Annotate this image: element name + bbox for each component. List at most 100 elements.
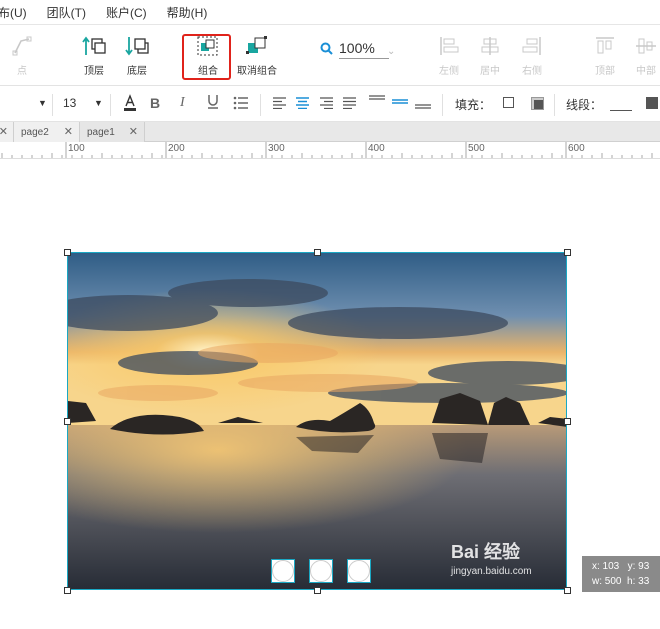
watermark-logo: Bai 经验	[451, 542, 521, 562]
underline-icon[interactable]	[207, 94, 219, 113]
list-icon[interactable]	[233, 96, 249, 113]
zoom-control[interactable]: 100% ⌄	[320, 40, 395, 59]
close-icon[interactable]: ✕	[129, 125, 138, 138]
align-top-button[interactable]: 顶部	[593, 33, 617, 77]
divider	[442, 94, 443, 116]
send-to-back-icon	[125, 33, 149, 59]
horizontal-ruler: 100 200 300 400 500 600	[0, 142, 660, 159]
ruler-label: 100	[68, 143, 85, 154]
chevron-down-icon[interactable]: ⌄	[387, 46, 395, 57]
format-toolbar: ▼ 13 ▼ B I 填充： 线段：	[0, 87, 660, 122]
baidu-watermark: Bai 经验 jingyan.baidu.com	[451, 538, 532, 577]
ruler-label: 200	[168, 143, 185, 154]
ruler-label: 300	[268, 143, 285, 154]
page-tabs: ✕ page2 ✕ page1 ✕	[0, 122, 660, 142]
bring-to-front-icon	[82, 33, 106, 59]
ruler-label: 400	[368, 143, 385, 154]
resize-handle-left[interactable]	[64, 418, 71, 425]
zoom-search-icon	[320, 42, 333, 58]
ruler-label: 600	[568, 143, 585, 154]
italic-icon[interactable]: I	[180, 95, 185, 111]
align-center-icon	[478, 33, 502, 59]
align-text-left-icon[interactable]	[272, 97, 287, 112]
fill-label: 填充：	[455, 98, 492, 112]
menu-item-layout[interactable]: 布(U)	[0, 4, 27, 21]
resize-handle-right[interactable]	[564, 418, 571, 425]
close-icon[interactable]: ✕	[64, 125, 73, 138]
carousel-indicators	[271, 559, 371, 583]
vertical-align-bottom-icon[interactable]	[414, 94, 432, 113]
tab-label: page2	[21, 126, 49, 138]
zoom-value[interactable]: 100%	[339, 40, 389, 59]
fill-color-swatch[interactable]	[531, 97, 544, 110]
align-text-center-icon[interactable]	[295, 97, 310, 112]
font-size-dropdown-arrow-icon[interactable]: ▼	[94, 98, 103, 108]
menu-item-account[interactable]: 账户(C)	[106, 4, 147, 21]
point-button[interactable]: 点	[10, 33, 34, 77]
menu-item-help[interactable]: 帮助(H)	[167, 4, 208, 21]
carousel-dot[interactable]	[309, 559, 333, 583]
point-label: 点	[17, 66, 27, 77]
align-center-button[interactable]: 居中	[478, 33, 502, 77]
stroke-color-swatch[interactable]	[646, 97, 658, 109]
font-size-value[interactable]: 13	[63, 96, 76, 110]
watermark-url: jingyan.baidu.com	[451, 566, 532, 577]
align-right-button[interactable]: 右侧	[520, 33, 544, 77]
align-middle-label: 中部	[636, 66, 656, 77]
x-readout: x: 103	[592, 561, 620, 572]
tab-page1[interactable]: page1 ✕	[80, 122, 145, 142]
ruler-label: 500	[468, 143, 485, 154]
bottom-layer-button[interactable]: 底层	[125, 33, 149, 77]
top-layer-label: 顶层	[84, 66, 104, 77]
align-right-label: 右侧	[522, 66, 542, 77]
font-family-dropdown-arrow-icon[interactable]: ▼	[38, 98, 47, 108]
h-readout: h: 33	[627, 576, 650, 587]
tab-page2[interactable]: page2 ✕	[14, 122, 80, 142]
divider	[260, 94, 261, 116]
ungroup-label: 取消组合	[237, 66, 277, 77]
fill-none-swatch[interactable]	[503, 97, 514, 108]
divider	[554, 94, 555, 116]
point-icon	[10, 33, 34, 59]
resize-handle-bottom-right[interactable]	[564, 587, 571, 594]
selected-image-group[interactable]: Bai 经验 jingyan.baidu.com	[67, 252, 567, 590]
divider	[110, 94, 111, 116]
carousel-dot[interactable]	[347, 559, 371, 583]
position-tooltip: x: 103 y: 93 w: 500 h: 33	[582, 556, 660, 592]
ruler-ticks	[1, 142, 653, 158]
carousel-dot[interactable]	[271, 559, 295, 583]
ungroup-button[interactable]: 取消组合	[237, 33, 277, 77]
divider	[52, 94, 53, 116]
align-text-justify-icon[interactable]	[342, 97, 357, 112]
resize-handle-bottom-left[interactable]	[64, 587, 71, 594]
group-button-highlight	[182, 34, 231, 80]
align-left-label: 左侧	[439, 66, 459, 77]
menu-item-team[interactable]: 团队(T)	[47, 4, 86, 21]
align-center-label: 居中	[480, 66, 500, 77]
vertical-align-middle-icon[interactable]	[391, 94, 409, 113]
resize-handle-top-left[interactable]	[64, 249, 71, 256]
tab-label: page1	[87, 126, 115, 138]
align-top-label: 顶部	[595, 66, 615, 77]
resize-handle-bottom[interactable]	[314, 587, 321, 594]
align-middle-icon	[634, 33, 658, 59]
align-right-icon	[520, 33, 544, 59]
align-top-icon	[593, 33, 617, 59]
resize-handle-top-right[interactable]	[564, 249, 571, 256]
w-readout: w: 500	[592, 576, 622, 587]
align-left-icon	[437, 33, 461, 59]
menu-bar: 布(U) 团队(T) 账户(C) 帮助(H)	[0, 0, 660, 24]
vertical-align-top-icon[interactable]	[368, 94, 386, 113]
close-icon[interactable]: ✕	[0, 125, 8, 138]
text-color-icon[interactable]	[123, 94, 137, 115]
align-left-button[interactable]: 左侧	[437, 33, 461, 77]
stroke-style-swatch[interactable]	[610, 99, 632, 111]
top-layer-button[interactable]: 顶层	[82, 33, 106, 77]
tab-previous[interactable]: ✕	[0, 122, 14, 142]
resize-handle-top[interactable]	[314, 249, 321, 256]
bold-icon[interactable]: B	[150, 95, 160, 111]
y-readout: y: 93	[627, 561, 650, 572]
ungroup-icon	[245, 33, 269, 59]
align-text-right-icon[interactable]	[319, 97, 334, 112]
align-middle-button[interactable]: 中部	[634, 33, 658, 77]
